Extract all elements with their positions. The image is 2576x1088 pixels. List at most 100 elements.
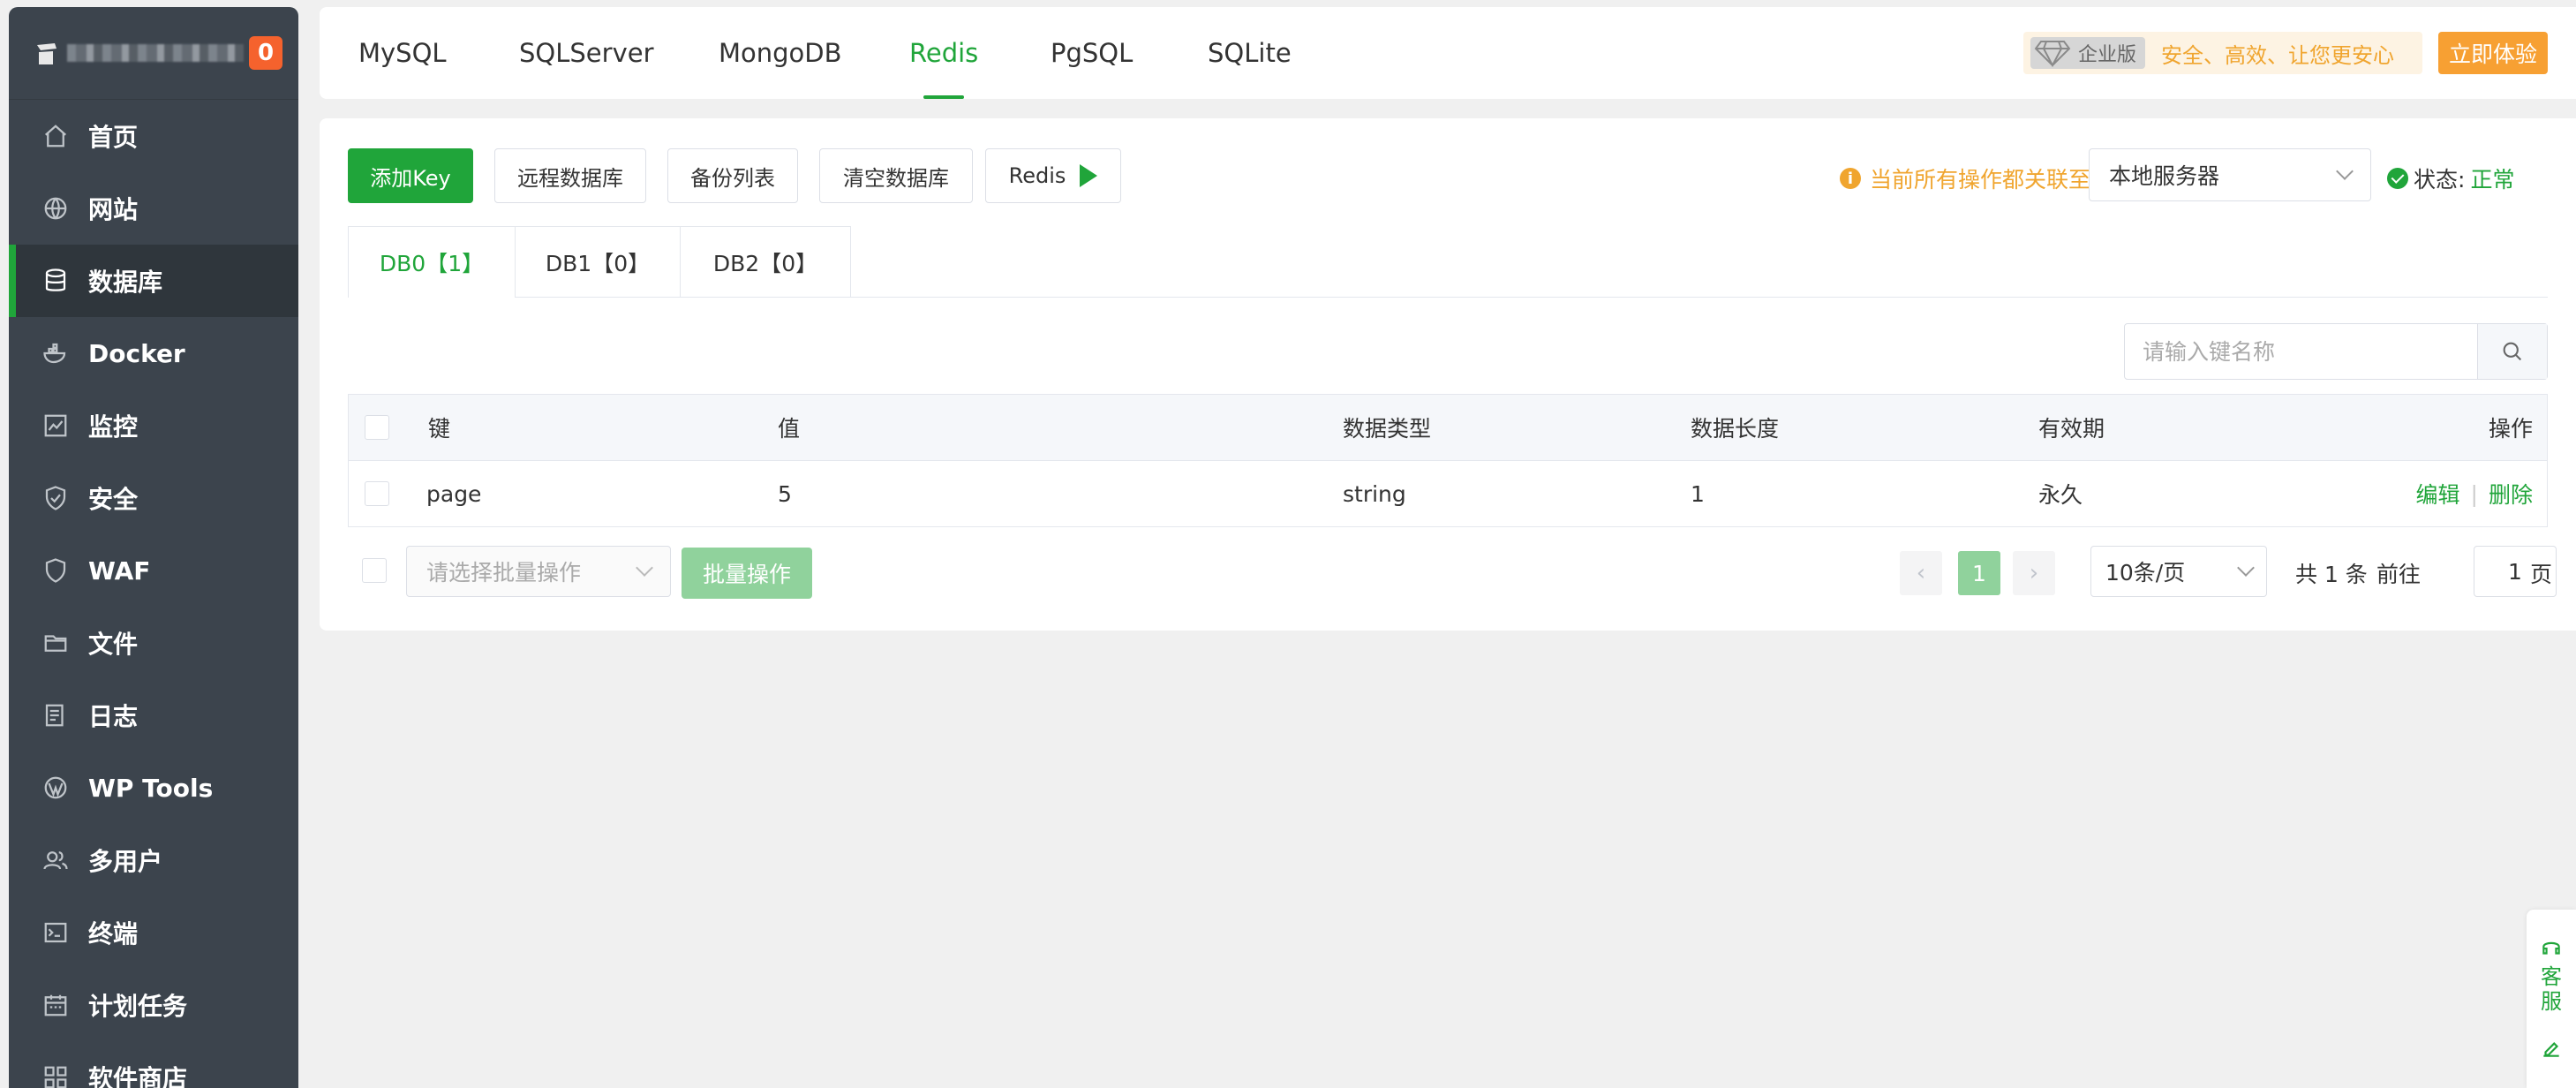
sidebar-item-label: 日志 — [88, 702, 139, 731]
bulk-action-button[interactable]: 批量操作 — [682, 548, 812, 599]
server-status: 状态: 正常 — [2387, 162, 2514, 194]
remote-db-button[interactable]: 远程数据库 — [494, 148, 646, 203]
calendar-icon — [41, 990, 71, 1020]
edit-link[interactable]: 编辑 — [2416, 478, 2460, 510]
monitor-icon — [41, 411, 71, 441]
sidebar-item-website[interactable]: 网站 — [9, 172, 298, 245]
bulk-action-select[interactable]: 请选择批量操作 — [406, 546, 671, 597]
backup-list-button[interactable]: 备份列表 — [667, 148, 798, 203]
sidebar: 0 首页 网站 数据库 Docker 监控 安全 WAF 文件 日志 WP To… — [9, 7, 298, 1088]
folder-icon — [41, 628, 71, 658]
tab-mysql[interactable]: MySQL — [358, 7, 447, 99]
sidebar-item-label: 网站 — [88, 195, 139, 224]
sidebar-item-cron[interactable]: 计划任务 — [9, 969, 298, 1041]
search-icon — [2503, 342, 2522, 361]
notification-badge[interactable]: 0 — [249, 36, 282, 70]
tab-sqlserver[interactable]: SQLServer — [519, 7, 654, 99]
sidebar-item-app-store[interactable]: 软件商店 — [9, 1041, 298, 1088]
cell-length: 1 — [1691, 480, 1705, 507]
info-icon: i — [1840, 168, 1861, 189]
sidebar-item-label: Docker — [88, 338, 185, 368]
redis-cli-button[interactable]: Redis — [985, 148, 1121, 203]
tab-sqlite[interactable]: SQLite — [1208, 7, 1292, 99]
status-label: 状态: — [2414, 167, 2466, 193]
feedback-icon[interactable] — [2540, 1037, 2563, 1060]
col-ttl: 有效期 — [2038, 416, 2105, 442]
globe-icon — [41, 193, 71, 223]
delete-link[interactable]: 删除 — [2489, 478, 2533, 510]
enterprise-slogan: 安全、高效、让您更安心 — [2161, 42, 2395, 68]
row-actions: 编辑 | 删除 — [2416, 461, 2533, 526]
check-circle-icon — [2387, 168, 2408, 189]
tab-redis[interactable]: Redis — [909, 7, 978, 99]
row-checkbox[interactable] — [365, 481, 389, 506]
table-row: page 5 string 1 永久 编辑 | 删除 — [349, 461, 2547, 526]
sidebar-item-terminal[interactable]: 终端 — [9, 896, 298, 969]
server-select[interactable]: 本地服务器 — [2089, 148, 2371, 201]
cell-type: string — [1343, 480, 1406, 507]
sidebar-item-files[interactable]: 文件 — [9, 607, 298, 679]
tab-db1[interactable]: DB1【0】 — [515, 226, 681, 297]
trial-button[interactable]: 立即体验 — [2438, 32, 2548, 74]
sidebar-item-multiuser[interactable]: 多用户 — [9, 824, 298, 896]
tab-db0[interactable]: DB0【1】 — [348, 226, 516, 298]
col-value: 值 — [778, 416, 801, 442]
tab-mongodb[interactable]: MongoDB — [719, 7, 842, 99]
select-all-checkbox[interactable] — [365, 415, 389, 440]
sidebar-item-monitor[interactable]: 监控 — [9, 389, 298, 462]
redis-panel: 添加Key 远程数据库 备份列表 清空数据库 Redis i 当前所有操作都关联… — [320, 118, 2576, 631]
sidebar-item-label: WP Tools — [88, 773, 214, 803]
bulk-select-all-checkbox[interactable] — [362, 558, 387, 583]
shield-icon — [41, 483, 71, 513]
chevron-down-icon — [2336, 162, 2354, 180]
prev-page-button[interactable]: ‹ — [1900, 551, 1942, 595]
tab-db2[interactable]: DB2【0】 — [680, 226, 851, 297]
wordpress-icon — [41, 773, 71, 803]
chevron-down-icon — [636, 559, 653, 577]
search-button[interactable] — [2477, 324, 2547, 379]
sidebar-item-label: 软件商店 — [88, 1064, 188, 1088]
home-icon — [41, 121, 71, 151]
brand-header: 0 — [9, 7, 298, 100]
sidebar-item-label: 终端 — [88, 919, 139, 948]
col-actions: 操作 — [2488, 416, 2533, 442]
cell-ttl: 永久 — [2038, 482, 2083, 508]
sidebar-item-label: 数据库 — [88, 268, 163, 297]
sidebar-item-wp-tools[interactable]: WP Tools — [9, 752, 298, 824]
select-all-cell — [365, 395, 389, 460]
page-size-value: 10条/页 — [2105, 560, 2186, 586]
clear-db-button[interactable]: 清空数据库 — [819, 148, 973, 203]
sidebar-item-waf[interactable]: WAF — [9, 534, 298, 607]
sidebar-item-label: 安全 — [88, 485, 139, 514]
sidebar-item-home[interactable]: 首页 — [9, 100, 298, 172]
goto-label: 前往 — [2376, 562, 2422, 587]
enterprise-label: 企业版 — [2078, 44, 2137, 66]
sidebar-item-logs[interactable]: 日志 — [9, 679, 298, 752]
server-select-value: 本地服务器 — [2109, 163, 2220, 189]
next-page-button[interactable]: › — [2013, 551, 2055, 595]
sidebar-item-label: 计划任务 — [88, 992, 188, 1021]
db-type-tabbar: MySQL SQLServer MongoDB Redis PgSQL SQLi… — [320, 7, 2576, 99]
sidebar-item-label: 多用户 — [88, 847, 163, 876]
page-suffix: 页 — [2530, 562, 2553, 587]
enterprise-banner[interactable]: 企业版 安全、高效、让您更安心 — [2023, 32, 2422, 74]
sidebar-item-docker[interactable]: Docker — [9, 317, 298, 389]
sidebar-item-database[interactable]: 数据库 — [9, 245, 298, 317]
page-size-select[interactable]: 10条/页 — [2090, 546, 2267, 597]
redis-cli-label: Redis — [1008, 163, 1066, 188]
sidebar-item-label: 文件 — [88, 630, 139, 659]
tab-pgsql[interactable]: PgSQL — [1051, 7, 1133, 99]
database-icon — [41, 266, 71, 296]
page-number-current[interactable]: 1 — [1958, 551, 2000, 595]
db-index-tabs: DB0【1】 DB1【0】 DB2【0】 — [348, 226, 2548, 298]
col-type: 数据类型 — [1343, 416, 1432, 442]
key-search — [2124, 323, 2548, 380]
keys-table: 键 值 数据类型 数据长度 有效期 操作 page 5 string 1 永久 … — [348, 394, 2548, 527]
customer-service-label: 客服 — [2541, 964, 2562, 1014]
sidebar-item-security[interactable]: 安全 — [9, 462, 298, 534]
customer-service-float[interactable]: 客服 — [2527, 910, 2576, 1088]
search-input[interactable] — [2125, 324, 2477, 379]
add-key-button[interactable]: 添加Key — [348, 148, 473, 203]
hostname-blurred — [67, 44, 244, 62]
play-icon — [1080, 164, 1098, 187]
